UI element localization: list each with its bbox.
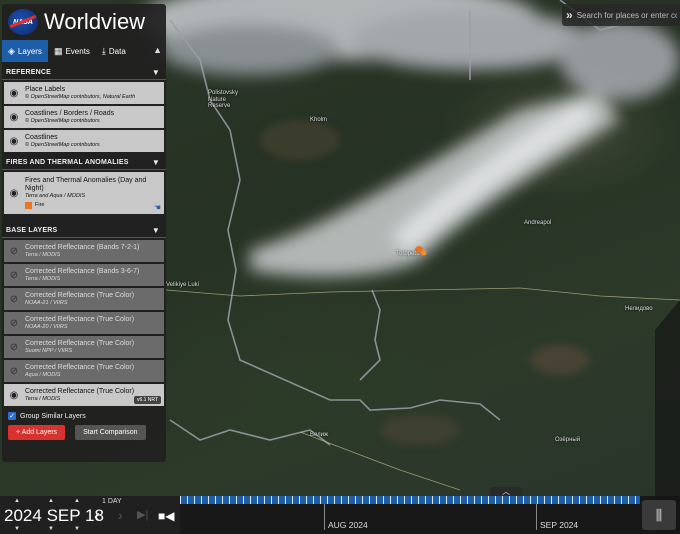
search-bar[interactable]: » [562,4,680,26]
chevron-down-icon: ▼ [151,158,160,167]
layer-place-labels[interactable]: ◉ Place Labels © OpenStreetMap contribut… [4,82,164,104]
timeline-month-aug: AUG 2024 [328,520,368,530]
map-label-kholm: Kholm [310,117,328,123]
tab-events[interactable]: ▦ Events [48,40,96,62]
map-label-ozerny: Озёрный [555,437,581,443]
timeline-ticks[interactable] [180,496,640,504]
start-comparison-button[interactable]: Start Comparison [75,425,146,440]
base-layers-section-header[interactable]: BASE LAYERS ▼ [2,224,166,238]
sidebar-buttons: + Add Layers Start Comparison [2,420,166,445]
fire-legend: Fire [25,201,161,209]
search-input[interactable] [576,10,677,20]
visibility-eye-icon[interactable]: ◉ [7,88,21,99]
visibility-eye-icon[interactable]: ◉ [7,136,21,147]
chevron-down-icon: ▼ [151,226,160,235]
checkbox-checked-icon[interactable]: ✓ [8,412,16,420]
download-icon: ⤓ [101,45,106,56]
layers-sidebar: NASA Worldview ◈ Layers ▦ Events ⤓ Data … [2,4,166,462]
pointer-hand-icon: ☚ [153,203,161,212]
map-label-toropets: Toropets [396,251,420,257]
layer-base-noaa20[interactable]: ⊘ Corrected Reflectance (True Color) NOA… [4,312,164,334]
expand-search-icon[interactable]: » [566,8,573,22]
layer-fires-thermal-anomalies[interactable]: ◉ Fires and Thermal Anomalies (Day and N… [4,172,164,214]
map-label-nelidovo: Нелидово [625,306,653,312]
nasa-logo: NASA [8,9,38,35]
app-title: Worldview [44,9,146,34]
timeline[interactable]: ︿ AUG 2024 SEP 2024 ⫼ [180,487,680,534]
video-camera-icon[interactable]: ■◀ [158,509,174,523]
group-similar-layers[interactable]: ✓ Group Similar Layers [2,406,166,420]
road-lines [165,287,680,491]
visibility-eye-icon[interactable]: ◉ [7,188,21,199]
layer-base-suomi-npp[interactable]: ⊘ Corrected Reflectance (True Color) Suo… [4,336,164,358]
visibility-eye-icon[interactable]: ◉ [7,112,21,123]
collapse-sidebar-icon[interactable]: ▲ [153,45,162,55]
date-selector: ▲ ▲ ▲ 2024 SEP 18 ▼ ▼ ▼ 1 DAY ‹ › ▶| ■◀ [0,496,180,534]
month-down-icon[interactable]: ▼ [48,526,54,532]
hidden-eye-icon[interactable]: ⊘ [7,246,21,257]
timeline-month-sep: SEP 2024 [540,520,579,530]
layer-base-bands-367[interactable]: ⊘ Corrected Reflectance (Bands 3-6-7) Te… [4,264,164,286]
day-down-icon[interactable]: ▼ [74,526,80,532]
month-up-icon[interactable]: ▲ [48,498,54,504]
layer-base-terra-true-color[interactable]: ◉ Corrected Reflectance (True Color) Ter… [4,384,164,406]
layer-base-aqua[interactable]: ⊘ Corrected Reflectance (True Color) Aqu… [4,360,164,382]
layers-icon: ◈ [8,45,15,56]
tab-layers[interactable]: ◈ Layers [2,40,48,62]
reference-section-header[interactable]: REFERENCE ▼ [2,66,166,80]
smoke-plume [250,90,620,277]
visibility-eye-icon[interactable]: ◉ [7,390,21,401]
hidden-eye-icon[interactable]: ⊘ [7,294,21,305]
year-down-icon[interactable]: ▼ [14,526,20,532]
hidden-eye-icon[interactable]: ⊘ [7,318,21,329]
date-year[interactable]: 2024 [4,506,42,525]
timeline-handle-icon[interactable]: ⫼ [642,500,676,530]
interval-label[interactable]: 1 DAY [102,498,122,505]
fire-legend-swatch [25,201,32,209]
day-up-icon[interactable]: ▲ [74,498,80,504]
map-label-reserve: Polistovsky Nature Reserve [208,90,239,110]
skip-to-end-icon[interactable]: ▶| [137,508,148,521]
layer-coastlines-borders-roads[interactable]: ◉ Coastlines / Borders / Roads © OpenStr… [4,106,164,128]
hidden-eye-icon[interactable]: ⊘ [7,270,21,281]
layer-base-noaa21[interactable]: ⊘ Corrected Reflectance (True Color) NOA… [4,288,164,310]
hidden-eye-icon[interactable]: ⊘ [7,366,21,377]
calendar-icon: ▦ [53,45,63,56]
next-day-icon[interactable]: › [118,507,123,523]
previous-day-icon[interactable]: ‹ [94,506,100,527]
layer-coastlines[interactable]: ◉ Coastlines © OpenStreetMap contributor… [4,130,164,152]
map-label-velikiye-luki: Velikiye Luki [166,282,200,288]
sidebar-tabs: ◈ Layers ▦ Events ⤓ Data ▲ [2,40,166,62]
current-date[interactable]: 2024 SEP 18 [4,506,104,526]
map-label-andreapol: Andreapol [524,220,552,226]
add-layers-button[interactable]: + Add Layers [8,425,66,440]
map-label-velizh: Велиж [310,432,329,438]
date-month[interactable]: SEP [47,506,81,525]
layer-base-bands-721[interactable]: ⊘ Corrected Reflectance (Bands 7-2-1) Te… [4,240,164,262]
year-up-icon[interactable]: ▲ [14,498,20,504]
fires-section-header[interactable]: FIRES AND THERMAL ANOMALIES ▼ [2,156,166,170]
brand-header: NASA Worldview [2,4,166,40]
chevron-down-icon: ▼ [151,68,160,77]
tab-data[interactable]: ⤓ Data [96,40,132,62]
hidden-eye-icon[interactable]: ⊘ [7,342,21,353]
version-badge: v6.1 NRT [133,396,161,404]
